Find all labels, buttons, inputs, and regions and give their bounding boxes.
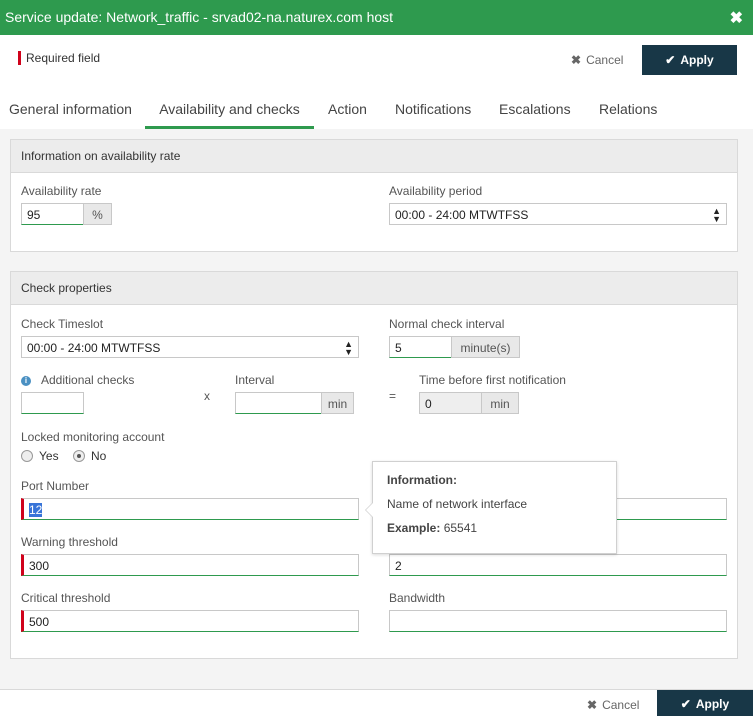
availability-rate-input[interactable]: 95 bbox=[21, 203, 84, 225]
critical-threshold-label: Critical threshold bbox=[21, 591, 111, 605]
normal-check-interval-unit: minute(s) bbox=[451, 336, 520, 358]
interval-unit: min bbox=[321, 392, 354, 414]
tab-relations[interactable]: Relations bbox=[599, 92, 657, 129]
locked-yes-label: Yes bbox=[39, 449, 59, 463]
port-number-label: Port Number bbox=[21, 479, 90, 493]
tab-escalations[interactable]: Escalations bbox=[499, 92, 571, 129]
footer-apply-label: Apply bbox=[695, 696, 730, 711]
tab-bar: General information Availability and che… bbox=[0, 92, 753, 129]
dialog-title-bar: Service update: Network_traffic - srvad0… bbox=[0, 0, 753, 35]
footer-cancel-button[interactable]: ✖ Cancel bbox=[587, 698, 639, 712]
apply-button[interactable]: ✔ Apply bbox=[642, 45, 737, 75]
warning-threshold-label: Warning threshold bbox=[21, 535, 118, 549]
select-arrows-icon: ▲ ▼ bbox=[344, 339, 353, 357]
radio-unchecked-icon bbox=[21, 450, 33, 462]
availability-panel: Information on availability rate Availab… bbox=[10, 139, 738, 252]
form-content: Information on availability rate Availab… bbox=[0, 129, 753, 689]
required-mark bbox=[18, 51, 21, 65]
check-icon: ✔ bbox=[680, 696, 691, 711]
info-icon[interactable]: i bbox=[21, 376, 31, 386]
warning-threshold-input[interactable]: 300 bbox=[21, 554, 359, 576]
locked-yes-radio[interactable]: Yes bbox=[21, 449, 59, 463]
check-timeslot-value: 00:00 - 24:00 MTWTFSS bbox=[27, 341, 161, 355]
locked-monitoring-account-label: Locked monitoring account bbox=[21, 430, 165, 444]
availability-rate-label: Availability rate bbox=[21, 184, 102, 198]
availability-period-label: Availability period bbox=[389, 184, 483, 198]
radio-checked-icon bbox=[73, 450, 85, 462]
tab-availability-and-checks[interactable]: Availability and checks bbox=[145, 92, 314, 129]
time-before-first-notification-label: Time before first notification bbox=[419, 373, 566, 387]
locked-no-label: No bbox=[91, 449, 107, 463]
right-column-input[interactable]: 2 bbox=[389, 554, 727, 576]
cancel-icon: ✖ bbox=[571, 53, 582, 67]
availability-rate-unit: % bbox=[83, 203, 112, 225]
locked-no-radio[interactable]: No bbox=[73, 449, 106, 463]
time-before-first-notification-unit: min bbox=[481, 392, 519, 414]
tooltip-example-label: Example: bbox=[387, 521, 441, 535]
critical-threshold-input[interactable]: 500 bbox=[21, 610, 359, 632]
availability-panel-title: Information on availability rate bbox=[11, 140, 737, 173]
close-icon[interactable]: ✖ bbox=[730, 8, 743, 28]
tooltip-text: Name of network interface bbox=[387, 497, 528, 511]
time-before-first-notification-input: 0 bbox=[419, 392, 482, 414]
interval-input[interactable] bbox=[235, 392, 322, 414]
tooltip-example-value: 65541 bbox=[443, 521, 478, 535]
availability-period-select[interactable]: 00:00 - 24:00 MTWTFSS ▲ ▼ bbox=[389, 203, 727, 225]
cancel-button[interactable]: ✖ Cancel bbox=[571, 53, 623, 67]
normal-check-interval-input[interactable]: 5 bbox=[389, 336, 452, 358]
tab-action[interactable]: Action bbox=[328, 92, 367, 129]
select-arrows-icon: ▲ ▼ bbox=[712, 206, 721, 224]
required-field-label: Required field bbox=[26, 51, 101, 65]
port-number-value: 12 bbox=[29, 503, 43, 517]
multiply-sign: x bbox=[204, 389, 210, 403]
tab-general-information[interactable]: General information bbox=[9, 92, 132, 129]
tooltip-arrow bbox=[365, 502, 373, 518]
normal-check-interval-label: Normal check interval bbox=[389, 317, 505, 331]
port-number-input[interactable]: 12 bbox=[21, 498, 359, 520]
check-icon: ✔ bbox=[665, 53, 676, 67]
additional-checks-input[interactable] bbox=[21, 392, 84, 414]
availability-period-value: 00:00 - 24:00 MTWTFSS bbox=[395, 208, 529, 222]
bandwidth-label: Bandwidth bbox=[389, 591, 446, 605]
tab-notifications[interactable]: Notifications bbox=[395, 92, 471, 129]
tooltip-example: Example: 65541 bbox=[387, 521, 477, 535]
check-properties-title: Check properties bbox=[11, 272, 737, 305]
interval-label: Interval bbox=[235, 373, 275, 387]
additional-checks-label: Additional checks bbox=[41, 373, 135, 387]
equals-sign: = bbox=[389, 389, 397, 403]
cancel-icon: ✖ bbox=[587, 698, 598, 712]
check-timeslot-label: Check Timeslot bbox=[21, 317, 104, 331]
check-timeslot-select[interactable]: 00:00 - 24:00 MTWTFSS ▲ ▼ bbox=[21, 336, 359, 358]
apply-button-label: Apply bbox=[680, 53, 714, 67]
required-field-legend: Required field bbox=[18, 51, 100, 65]
dialog-title: Service update: Network_traffic - srvad0… bbox=[5, 9, 394, 25]
tooltip-heading: Information: bbox=[387, 473, 457, 487]
dialog-footer: ✖ Cancel ✔ Apply bbox=[0, 689, 753, 716]
footer-cancel-label: Cancel bbox=[602, 698, 640, 712]
info-tooltip: Information: Name of network interface E… bbox=[365, 461, 617, 554]
bandwidth-input[interactable] bbox=[389, 610, 727, 632]
footer-apply-button[interactable]: ✔ Apply bbox=[657, 690, 753, 716]
cancel-button-label: Cancel bbox=[586, 53, 624, 67]
